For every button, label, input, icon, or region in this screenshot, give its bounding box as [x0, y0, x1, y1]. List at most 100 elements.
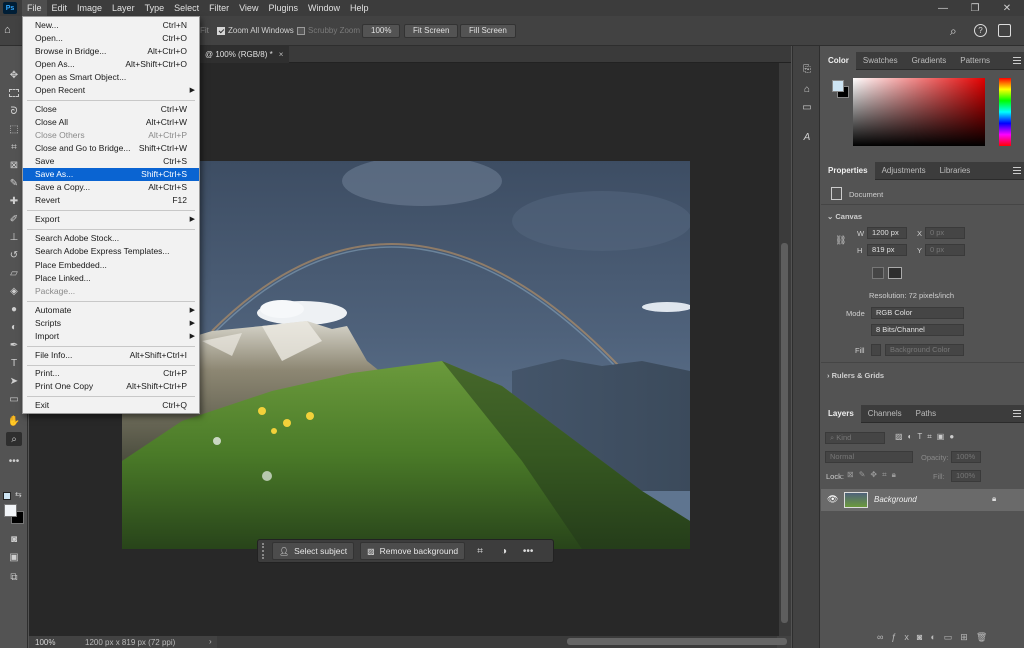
eye-visibility-icon[interactable]: 👁︎ — [827, 494, 838, 505]
eyedropper-tool-icon[interactable]: ✎ — [6, 176, 22, 190]
menu-help[interactable]: Help — [345, 0, 374, 16]
remove-background-button[interactable]: ▨ Remove background — [360, 542, 466, 560]
menu-item-file-info[interactable]: File Info... Alt+Shift+Ctrl+I — [23, 349, 199, 362]
quick-mask-icon[interactable]: ◙ — [6, 532, 22, 546]
layer-filter-kind-select[interactable]: ⌕ Kind — [825, 432, 885, 444]
status-menu-arrow-icon[interactable]: › — [209, 637, 212, 646]
menu-item-close[interactable]: Close Ctrl+W — [23, 103, 199, 116]
menu-item-search-adobe-stock[interactable]: Search Adobe Stock... — [23, 232, 199, 245]
menu-item-save[interactable]: Save Ctrl+S — [23, 155, 199, 168]
blend-mode-select[interactable]: Normal — [825, 451, 913, 463]
menu-item-save-a-copy[interactable]: Save a Copy... Alt+Ctrl+S — [23, 181, 199, 194]
tab-libraries[interactable]: Libraries — [933, 162, 978, 180]
panel-menu-icon[interactable] — [1013, 167, 1021, 174]
tab-layers[interactable]: Layers — [821, 405, 861, 423]
color-foreground-swatch[interactable] — [832, 80, 844, 92]
panel-menu-icon[interactable] — [1013, 410, 1021, 417]
foreground-color-swatch[interactable] — [4, 504, 17, 517]
menu-file[interactable]: File — [22, 0, 47, 16]
history-icon[interactable]: ⎘ — [800, 62, 814, 76]
layer-row-background[interactable]: 👁︎ Background 🔒︎ — [821, 489, 1024, 511]
marquee-tool-icon[interactable] — [6, 86, 22, 100]
menu-image[interactable]: Image — [72, 0, 107, 16]
frame-tool-icon[interactable]: ⊠ — [6, 158, 22, 172]
tab-adjustments[interactable]: Adjustments — [875, 162, 933, 180]
history-brush-tool-icon[interactable]: ↺ — [6, 248, 22, 262]
menu-item-new[interactable]: New... Ctrl+N — [23, 19, 199, 32]
menu-item-open-recent[interactable]: Open Recent ▶ — [23, 84, 199, 97]
crop-tool-icon[interactable]: ⌗ — [6, 140, 22, 154]
dodge-tool-icon[interactable]: ◐ — [6, 320, 22, 334]
bit-depth-select[interactable]: 8 Bits/Channel — [871, 324, 964, 336]
menu-item-print-one-copy[interactable]: Print One Copy Alt+Shift+Ctrl+P — [23, 380, 199, 393]
swap-colors-icon[interactable]: ⇆ — [15, 490, 22, 499]
share-icon[interactable]: ⧉ — [6, 570, 22, 584]
drag-handle-icon[interactable] — [262, 543, 266, 559]
menu-item-search-adobe-express-templates[interactable]: Search Adobe Express Templates... — [23, 245, 199, 258]
scrubby-zoom-checkbox[interactable]: Scrubby Zoom — [297, 26, 360, 35]
close-window-icon[interactable]: ✕ — [992, 0, 1022, 16]
menu-item-close-and-go-to-bridge[interactable]: Close and Go to Bridge... Shift+Ctrl+W — [23, 142, 199, 155]
zoom-tool-icon[interactable]: ⌕ — [6, 432, 22, 446]
mode-select[interactable]: RGB Color — [871, 307, 964, 319]
move-tool-icon[interactable]: ✥ — [6, 68, 22, 82]
tab-swatches[interactable]: Swatches — [856, 52, 905, 70]
select-subject-button[interactable]: 👤︎ Select subject — [272, 542, 355, 560]
menu-filter[interactable]: Filter — [204, 0, 234, 16]
adjustment-icon[interactable]: ◑ — [495, 542, 513, 560]
menu-select[interactable]: Select — [169, 0, 204, 16]
fill-opacity-field[interactable]: 100% — [951, 470, 981, 482]
menu-type[interactable]: Type — [140, 0, 170, 16]
panel-menu-icon[interactable] — [1013, 57, 1021, 64]
workspace-icon[interactable] — [998, 24, 1011, 37]
tab-color[interactable]: Color — [821, 52, 856, 70]
default-colors-icon[interactable] — [3, 492, 11, 500]
menu-item-print[interactable]: Print... Ctrl+P — [23, 367, 199, 380]
menu-layer[interactable]: Layer — [107, 0, 140, 16]
edit-toolbar-icon[interactable]: ••• — [6, 454, 22, 468]
layer-name[interactable]: Background — [874, 495, 917, 504]
menu-item-scripts[interactable]: Scripts ▶ — [23, 317, 199, 330]
rectangle-tool-icon[interactable]: ▭ — [6, 392, 22, 406]
x-field[interactable]: 0 px — [925, 227, 965, 239]
clone-stamp-tool-icon[interactable]: ⊥ — [6, 230, 22, 244]
brush-tool-icon[interactable]: ✐ — [6, 212, 22, 226]
height-field[interactable]: 819 px — [867, 244, 907, 256]
close-tab-icon[interactable]: × — [279, 50, 284, 59]
tab-properties[interactable]: Properties — [821, 162, 875, 180]
layer-filter-icons[interactable]: ▨◐T⌗▣● — [895, 432, 959, 442]
lasso-tool-icon[interactable]: ᘐ — [6, 104, 22, 118]
transform-icon[interactable]: ⌗ — [471, 542, 489, 560]
canvas-section-header[interactable]: ⌄ Canvas — [827, 212, 862, 221]
menu-item-place-embedded[interactable]: Place Embedded... — [23, 259, 199, 272]
menu-item-browse-in-bridge[interactable]: Browse in Bridge... Alt+Ctrl+O — [23, 45, 199, 58]
menu-item-place-linked[interactable]: Place Linked... — [23, 272, 199, 285]
document-info[interactable]: 1200 px x 819 px (72 ppi) — [85, 638, 175, 647]
document-tab[interactable]: @ 100% (RGB/8) * × — [199, 46, 290, 63]
home-icon[interactable]: ⌂ — [4, 24, 18, 38]
tab-patterns[interactable]: Patterns — [953, 52, 997, 70]
tab-gradients[interactable]: Gradients — [905, 52, 954, 70]
eraser-tool-icon[interactable]: ▱ — [6, 266, 22, 280]
vertical-scrollbar[interactable] — [779, 63, 791, 636]
glyphs-icon[interactable]: A — [800, 130, 814, 144]
horizontal-scroll-thumb[interactable] — [567, 638, 787, 645]
opacity-field[interactable]: 100% — [951, 451, 981, 463]
blur-tool-icon[interactable]: ● — [6, 302, 22, 316]
menu-window[interactable]: Window — [303, 0, 345, 16]
menu-item-close-all[interactable]: Close All Alt+Ctrl+W — [23, 116, 199, 129]
object-selection-tool-icon[interactable]: ⬚ — [6, 122, 22, 136]
pen-tool-icon[interactable]: ✒ — [6, 338, 22, 352]
healing-brush-tool-icon[interactable]: ✚ — [6, 194, 22, 208]
screen-mode-icon[interactable]: ▣ — [6, 550, 22, 564]
menu-item-open-as-smart-object[interactable]: Open as Smart Object... — [23, 71, 199, 84]
tab-channels[interactable]: Channels — [861, 405, 909, 423]
minimize-icon[interactable]: — — [928, 0, 958, 16]
hand-tool-icon[interactable]: ✋ — [6, 414, 22, 428]
layer-actions-icons[interactable]: ∞ƒx◙◐▭⊞🗑︎ — [877, 632, 995, 643]
restore-icon[interactable]: ❐ — [960, 0, 990, 16]
vertical-scroll-thumb[interactable] — [781, 243, 788, 623]
menu-item-import[interactable]: Import ▶ — [23, 330, 199, 343]
landscape-orientation-icon[interactable] — [888, 267, 902, 279]
properties-icon[interactable]: ⌂ — [800, 82, 814, 96]
